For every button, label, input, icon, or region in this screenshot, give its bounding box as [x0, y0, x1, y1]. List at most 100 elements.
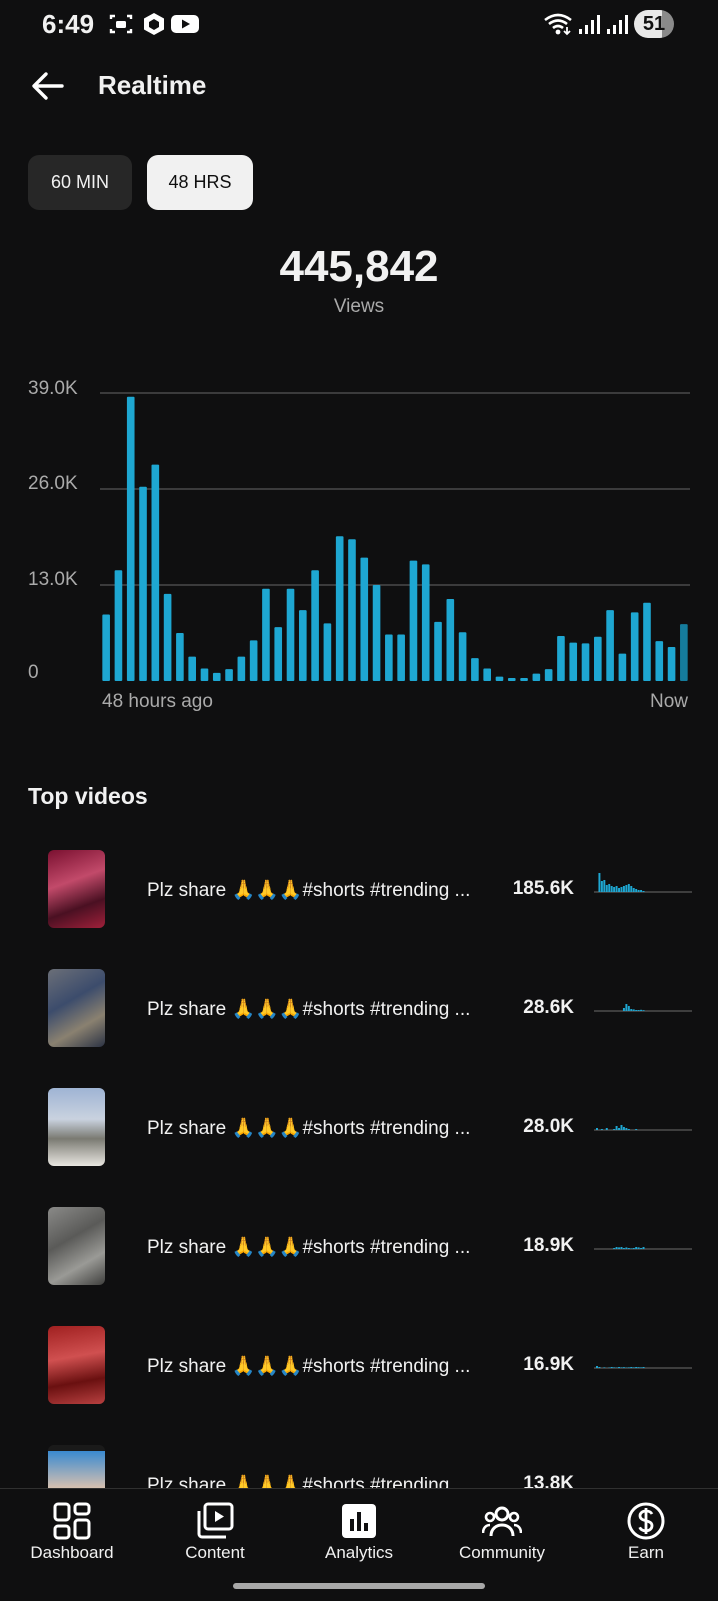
chart-bar[interactable] — [668, 647, 676, 681]
range-chip-60-min[interactable]: 60 MIN — [28, 155, 132, 210]
chart-bar[interactable] — [655, 641, 663, 681]
page-title: Realtime — [98, 70, 206, 101]
chart-bar[interactable] — [238, 657, 246, 681]
video-thumbnail — [48, 1326, 105, 1404]
chart-bar[interactable] — [274, 627, 282, 681]
chart-bar[interactable] — [483, 668, 491, 681]
sparkline-bar — [625, 885, 627, 892]
sparkline-bar — [596, 1366, 598, 1368]
video-sparkline — [594, 1227, 692, 1267]
chart-bar[interactable] — [471, 658, 479, 681]
chart-bar[interactable] — [434, 622, 442, 681]
sparkline-bar — [635, 1247, 637, 1249]
chart-bar[interactable] — [606, 610, 614, 681]
chart-bar[interactable] — [225, 669, 233, 681]
signal-icon — [576, 12, 602, 36]
chart-bar[interactable] — [250, 640, 258, 681]
video-sparkline — [594, 989, 692, 1029]
home-indicator — [233, 1583, 485, 1589]
chart-bar[interactable] — [360, 558, 368, 681]
sparkline-bar — [613, 1367, 615, 1368]
chart-bar[interactable] — [262, 589, 270, 681]
sparkline-bar — [640, 890, 642, 892]
chart-bar[interactable] — [127, 397, 135, 681]
video-views: 16.9K — [470, 1354, 574, 1376]
chart-bar[interactable] — [520, 678, 528, 681]
chart-bar[interactable] — [422, 564, 430, 681]
chart-bar[interactable] — [336, 536, 344, 681]
nav-analytics[interactable]: Analytics — [287, 1489, 431, 1579]
sparkline-bar — [608, 884, 610, 892]
chart-bar[interactable] — [545, 669, 553, 681]
chart-bar[interactable] — [287, 589, 295, 681]
wifi-icon — [543, 12, 573, 36]
sparkline-bar — [638, 890, 640, 892]
video-row[interactable]: Plz share 🙏🙏🙏#shorts #trending ... 28.6K — [0, 959, 718, 1069]
sparkline-bar — [640, 1010, 642, 1011]
chart-bar[interactable] — [680, 624, 688, 681]
y-tick-label: 26.0K — [28, 473, 78, 494]
sparkline-bar — [618, 1247, 620, 1249]
chart-bar[interactable] — [201, 668, 209, 681]
sparkline-bar — [601, 1129, 603, 1130]
sparkline-bar — [621, 1125, 623, 1130]
x-end-label: Now — [650, 691, 688, 712]
nav-dashboard[interactable]: Dashboard — [0, 1489, 144, 1579]
chart-bar[interactable] — [348, 539, 356, 681]
chart-bar[interactable] — [373, 585, 381, 681]
video-thumbnail — [48, 1207, 105, 1285]
chart-bar[interactable] — [299, 610, 307, 681]
chart-bar[interactable] — [213, 673, 221, 681]
chart-bar[interactable] — [164, 594, 172, 681]
chart-bar[interactable] — [643, 603, 651, 681]
chart-bar[interactable] — [188, 657, 196, 681]
sparkline-bar — [643, 1367, 645, 1368]
chart-bar[interactable] — [508, 678, 516, 681]
range-chip-48-hrs[interactable]: 48 HRS — [147, 155, 253, 210]
sparkline-bar — [598, 1367, 600, 1368]
sparkline-bar — [638, 1367, 640, 1368]
chart-bar[interactable] — [102, 615, 110, 681]
chart-bar[interactable] — [397, 634, 405, 681]
chart-bar[interactable] — [631, 612, 639, 681]
status-time: 6:49 — [42, 9, 94, 40]
sparkline-bar — [618, 888, 620, 892]
sparkline-bar — [613, 887, 615, 892]
chart-bar[interactable] — [619, 654, 627, 681]
chart-bar[interactable] — [594, 637, 602, 681]
total-views-value: 445,842 — [0, 242, 718, 292]
chart-bar[interactable] — [176, 633, 184, 681]
sparkline-bar — [606, 885, 608, 892]
nav-community[interactable]: Community — [430, 1489, 574, 1579]
back-arrow-icon[interactable] — [26, 64, 70, 108]
sparkline-bar — [633, 1367, 635, 1368]
video-row[interactable]: Plz share 🙏🙏🙏#shorts #trending ... 28.0K — [0, 1078, 718, 1188]
nav-content[interactable]: Content — [143, 1489, 287, 1579]
video-thumbnail — [48, 969, 105, 1047]
video-row[interactable]: Plz share 🙏🙏🙏#shorts #trending ... 16.9K — [0, 1316, 718, 1426]
chart-bar[interactable] — [447, 599, 455, 681]
chart-bar[interactable] — [557, 636, 565, 681]
chart-bar[interactable] — [459, 632, 467, 681]
chart-bar[interactable] — [152, 465, 160, 681]
chart-bar[interactable] — [569, 643, 577, 681]
chart-bar[interactable] — [496, 677, 504, 681]
chart-bar[interactable] — [139, 487, 147, 681]
sparkline-bar — [633, 1248, 635, 1249]
sparkline-bar — [623, 1008, 625, 1011]
chart-bar[interactable] — [410, 561, 418, 681]
video-row[interactable]: Plz share 🙏🙏🙏#shorts #trending ... 18.9K — [0, 1197, 718, 1307]
chart-bar[interactable] — [115, 570, 123, 681]
chart-bar[interactable] — [582, 643, 590, 681]
nav-earn[interactable]: Earn — [574, 1489, 718, 1579]
video-row[interactable]: Plz share 🙏🙏🙏#shorts #trending ... 185.6… — [0, 840, 718, 950]
video-title: Plz share 🙏🙏🙏#shorts #trending ... — [147, 997, 472, 1021]
realtime-views-chart[interactable]: 39.0K 26.0K 13.0K 0 48 hours ago Now — [0, 370, 718, 730]
sparkline-bar — [643, 891, 645, 892]
chart-bar[interactable] — [385, 634, 393, 681]
sparkline-bar — [611, 886, 613, 892]
video-sparkline — [594, 1346, 692, 1386]
chart-bar[interactable] — [311, 570, 319, 681]
chart-bar[interactable] — [324, 623, 332, 681]
chart-bar[interactable] — [533, 674, 541, 681]
